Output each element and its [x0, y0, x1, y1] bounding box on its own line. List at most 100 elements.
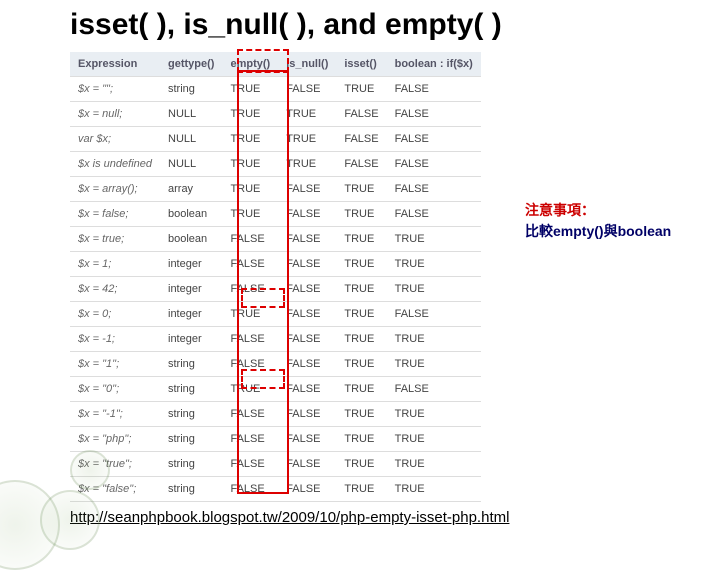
annotation-line1: 注意事項：	[525, 200, 671, 221]
table-cell: integer	[160, 277, 222, 302]
table-row: $x = true;booleanFALSEFALSETRUETRUE	[70, 227, 481, 252]
table-cell: TRUE	[336, 477, 386, 502]
annotation-part: 比較	[525, 223, 553, 239]
table-cell: $x = array();	[70, 177, 160, 202]
table-cell: FALSE	[222, 477, 278, 502]
table-cell: $x = 0;	[70, 302, 160, 327]
table-cell: integer	[160, 302, 222, 327]
table-cell: TRUE	[278, 127, 336, 152]
table-cell: FALSE	[278, 302, 336, 327]
table-cell: $x = 42;	[70, 277, 160, 302]
table-cell: string	[160, 402, 222, 427]
table-cell: array	[160, 177, 222, 202]
table-cell: FALSE	[387, 177, 481, 202]
table-cell: TRUE	[336, 427, 386, 452]
table-cell: $x = false;	[70, 202, 160, 227]
table-cell: var $x;	[70, 127, 160, 152]
table-row: $x = 42;integerFALSEFALSETRUETRUE	[70, 277, 481, 302]
table-cell: FALSE	[336, 152, 386, 177]
table-cell: TRUE	[278, 152, 336, 177]
table-cell: $x = "-1";	[70, 402, 160, 427]
table-cell: FALSE	[222, 452, 278, 477]
table-cell: FALSE	[278, 177, 336, 202]
table-cell: NULL	[160, 127, 222, 152]
table-cell: TRUE	[336, 77, 386, 102]
table-cell: FALSE	[222, 352, 278, 377]
table-row: $x = 1;integerFALSEFALSETRUETRUE	[70, 252, 481, 277]
table-cell: FALSE	[336, 127, 386, 152]
table-cell: TRUE	[336, 352, 386, 377]
table-cell: TRUE	[387, 227, 481, 252]
table-cell: FALSE	[387, 302, 481, 327]
table-cell: FALSE	[387, 377, 481, 402]
annotation-part: empty()	[553, 223, 604, 239]
table-header-cell: is_null()	[278, 52, 336, 77]
table-cell: FALSE	[278, 377, 336, 402]
table-cell: FALSE	[336, 102, 386, 127]
table-cell: $x is undefined	[70, 152, 160, 177]
table-cell: FALSE	[278, 402, 336, 427]
table-row: $x is undefinedNULLTRUETRUEFALSEFALSE	[70, 152, 481, 177]
table-cell: TRUE	[222, 102, 278, 127]
table-cell: $x = true;	[70, 227, 160, 252]
table-cell: TRUE	[222, 177, 278, 202]
annotation-line2: 比較empty()與boolean	[525, 221, 671, 242]
table-cell: $x = "1";	[70, 352, 160, 377]
table-cell: TRUE	[222, 302, 278, 327]
table-row: $x = "true";stringFALSEFALSETRUETRUE	[70, 452, 481, 477]
annotation-note: 注意事項： 比較empty()與boolean	[525, 200, 671, 242]
table-cell: TRUE	[222, 202, 278, 227]
table-cell: TRUE	[387, 477, 481, 502]
table-cell: FALSE	[387, 102, 481, 127]
table-header-cell: gettype()	[160, 52, 222, 77]
table-header-cell: Expression	[70, 52, 160, 77]
table-cell: FALSE	[278, 277, 336, 302]
table-cell: TRUE	[387, 427, 481, 452]
table-cell: FALSE	[222, 327, 278, 352]
table-cell: string	[160, 477, 222, 502]
table-cell: FALSE	[278, 477, 336, 502]
table-row: $x = "0";stringTRUEFALSETRUEFALSE	[70, 377, 481, 402]
table-cell: $x = null;	[70, 102, 160, 127]
source-link[interactable]: http://seanphpbook.blogspot.tw/2009/10/p…	[70, 509, 509, 526]
table-cell: TRUE	[336, 252, 386, 277]
table-cell: FALSE	[387, 127, 481, 152]
table-cell: TRUE	[336, 402, 386, 427]
table-cell: string	[160, 452, 222, 477]
table-cell: FALSE	[222, 277, 278, 302]
table-cell: integer	[160, 252, 222, 277]
table-cell: TRUE	[336, 227, 386, 252]
table-cell: FALSE	[222, 227, 278, 252]
table-cell: FALSE	[222, 427, 278, 452]
table-row: $x = -1;integerFALSEFALSETRUETRUE	[70, 327, 481, 352]
table-cell: FALSE	[278, 252, 336, 277]
slide-title: isset( ), is_null( ), and empty( )	[70, 8, 502, 42]
table-cell: TRUE	[387, 402, 481, 427]
table-cell: string	[160, 427, 222, 452]
table-cell: FALSE	[278, 352, 336, 377]
table-cell: FALSE	[387, 77, 481, 102]
table-cell: $x = "php";	[70, 427, 160, 452]
table-cell: FALSE	[278, 77, 336, 102]
table-header-cell: empty()	[222, 52, 278, 77]
table-cell: string	[160, 352, 222, 377]
table-row: $x = false;booleanTRUEFALSETRUEFALSE	[70, 202, 481, 227]
table-header-cell: isset()	[336, 52, 386, 77]
table-row: $x = "-1";stringFALSEFALSETRUETRUE	[70, 402, 481, 427]
table-row: $x = "php";stringFALSEFALSETRUETRUE	[70, 427, 481, 452]
table-cell: FALSE	[278, 202, 336, 227]
annotation-part: boolean	[618, 223, 672, 239]
table-cell: FALSE	[278, 427, 336, 452]
table-cell: TRUE	[387, 252, 481, 277]
table-cell: FALSE	[278, 452, 336, 477]
table-cell: TRUE	[336, 377, 386, 402]
table-cell: TRUE	[387, 352, 481, 377]
table-cell: TRUE	[222, 127, 278, 152]
table-cell: boolean	[160, 227, 222, 252]
table-cell: TRUE	[387, 452, 481, 477]
table-cell: FALSE	[278, 327, 336, 352]
table-cell: $x = "true";	[70, 452, 160, 477]
table-row: var $x;NULLTRUETRUEFALSEFALSE	[70, 127, 481, 152]
table-row: $x = null;NULLTRUETRUEFALSEFALSE	[70, 102, 481, 127]
table-cell: TRUE	[387, 327, 481, 352]
